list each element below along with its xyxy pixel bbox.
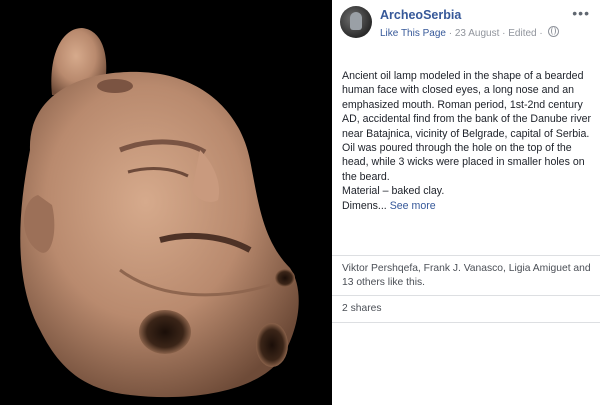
post-date[interactable]: 23 August [455,28,499,39]
post-details-panel: ArcheoSerbia ••• Like This Page · 23 Aug… [332,0,600,405]
edited-label[interactable]: Edited [508,28,536,39]
shares-count[interactable]: 2 shares [342,303,382,314]
post-paragraph: Material – baked clay. [342,185,445,198]
post-paragraph-truncated: Dimens... See more [342,199,594,213]
see-more-link[interactable]: See more [390,200,436,212]
post-header: ArcheoSerbia ••• Like This Page · 23 Aug… [340,6,592,40]
post-meta: Like This Page · 23 August · Edited · [380,26,559,39]
more-options-icon[interactable]: ••• [572,6,590,20]
page-name-link[interactable]: ArcheoSerbia [380,8,461,22]
truncated-text: Dimens... [342,199,387,212]
divider [332,322,600,323]
meta-separator-2: · [502,28,506,39]
oil-lamp-photo [20,28,299,398]
like-page-link[interactable]: Like This Page [380,28,446,39]
page-avatar[interactable] [340,6,372,38]
globe-icon[interactable] [547,26,559,37]
meta-separator-3: · [539,28,543,39]
post-paragraph: Oil was poured through the hole on the t… [342,142,585,183]
post-text: Ancient oil lamp modeled in the shape of… [342,69,594,213]
divider [332,255,600,256]
post-photo[interactable] [0,0,332,405]
likes-summary[interactable]: Viktor Pershqefa, Frank J. Vanasco, Ligi… [342,262,596,290]
divider [332,295,600,296]
post-paragraph: Ancient oil lamp modeled in the shape of… [342,70,592,140]
meta-separator: · [448,28,453,39]
